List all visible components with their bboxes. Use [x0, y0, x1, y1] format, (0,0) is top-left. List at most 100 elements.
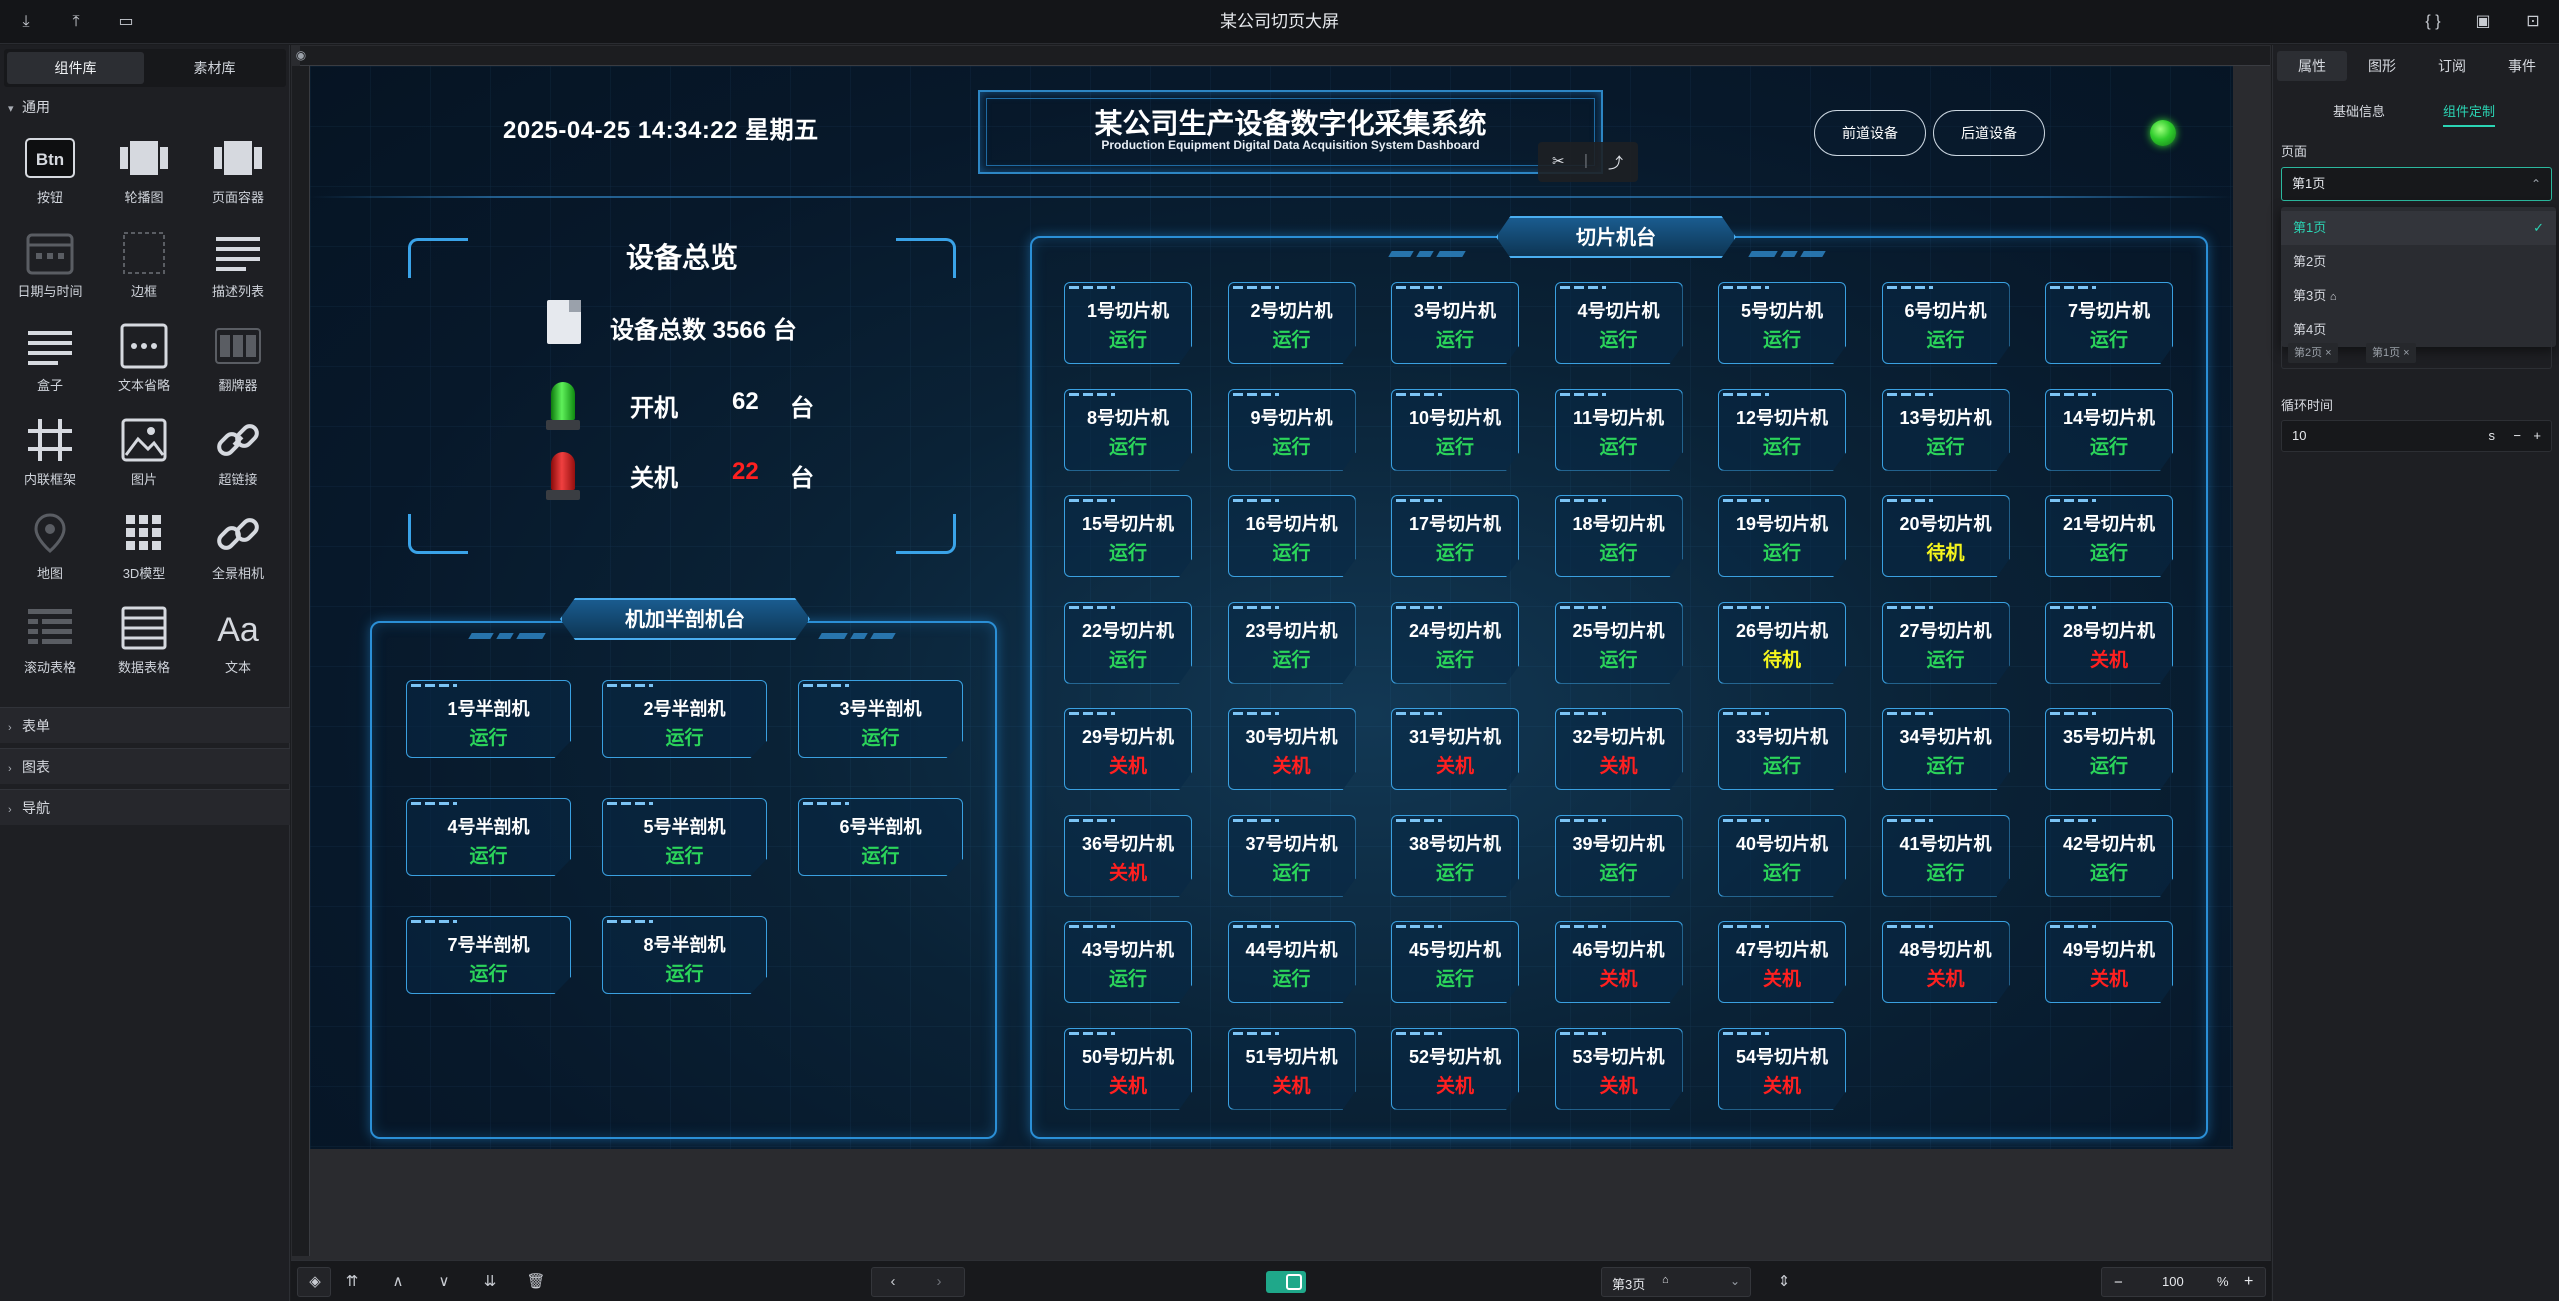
machine-card[interactable]: 7号半剖机 运行: [406, 916, 571, 994]
prev-page-icon[interactable]: ‹: [882, 1271, 904, 1293]
delete-icon[interactable]: 🗑: [525, 1271, 547, 1293]
move-up-icon[interactable]: ∧: [387, 1271, 409, 1293]
machine-card[interactable]: 47号切片机 关机: [1718, 921, 1846, 1003]
category-chart[interactable]: › 图表: [0, 748, 290, 784]
component-flip-counter[interactable]: 翻牌器: [192, 313, 280, 403]
machine-card[interactable]: 6号切片机 运行: [1881, 282, 2010, 364]
component-iframe[interactable]: 内联框架: [4, 407, 92, 497]
tab-graphics[interactable]: 图形: [2347, 51, 2417, 81]
machine-card[interactable]: 4号切片机 运行: [1554, 282, 1683, 364]
prev-equipment-button[interactable]: 前道设备: [1814, 110, 1926, 156]
fullscreen-icon[interactable]: ⊡: [2521, 10, 2545, 34]
sort-arrows-icon[interactable]: ⇕: [1773, 1271, 1795, 1293]
next-equipment-button[interactable]: 后道设备: [1933, 110, 2045, 156]
unlink-icon[interactable]: ✂: [1552, 152, 1565, 170]
machine-card[interactable]: 36号切片机 关机: [1064, 814, 1192, 897]
subtab-basic-info[interactable]: 基础信息: [2333, 97, 2385, 127]
machine-card[interactable]: 8号切片机 运行: [1064, 388, 1192, 471]
trend-icon[interactable]: ⤴: [1608, 152, 1623, 173]
page-option-1[interactable]: 第1页 ✓: [2281, 211, 2556, 245]
save-icon[interactable]: ▣: [2471, 10, 2495, 34]
move-bottom-icon[interactable]: ⇊: [479, 1271, 501, 1293]
machine-card[interactable]: 8号半剖机 运行: [602, 916, 767, 994]
move-top-icon[interactable]: ⇈: [341, 1271, 363, 1293]
page-option-3[interactable]: 第3页 ⌂: [2281, 279, 2556, 313]
zoom-in-icon[interactable]: +: [2244, 1273, 2253, 1291]
component-description-list[interactable]: 描述列表: [192, 219, 280, 309]
component-button[interactable]: Btn 按钮: [4, 125, 92, 215]
machine-card[interactable]: 11号切片机 运行: [1554, 388, 1683, 471]
layers-button[interactable]: ◈: [297, 1267, 331, 1297]
machine-card[interactable]: 35号切片机 运行: [2045, 708, 2173, 790]
machine-card[interactable]: 3号半剖机 运行: [798, 680, 963, 758]
machine-card[interactable]: 24号切片机 运行: [1391, 601, 1519, 684]
tab-events[interactable]: 事件: [2487, 51, 2557, 81]
page-option-2[interactable]: 第2页: [2281, 245, 2556, 279]
machine-card[interactable]: 19号切片机 运行: [1718, 495, 1846, 577]
machine-card[interactable]: 15号切片机 运行: [1064, 495, 1192, 577]
component-data-table[interactable]: 数据表格: [98, 595, 186, 685]
loop-time-input[interactable]: 10 s − +: [2281, 420, 2552, 452]
tag-page-2[interactable]: 第2页 ×: [2288, 343, 2338, 363]
component-carousel[interactable]: 轮播图: [98, 125, 186, 215]
machine-card[interactable]: 50号切片机 关机: [1064, 1027, 1192, 1110]
tag-page-1[interactable]: 第1页 ×: [2366, 343, 2416, 363]
machine-card[interactable]: 5号切片机 运行: [1718, 282, 1846, 364]
machine-card[interactable]: 54号切片机 关机: [1718, 1027, 1846, 1110]
category-form[interactable]: › 表单: [0, 707, 290, 743]
machine-card[interactable]: 4号半剖机 运行: [406, 798, 571, 876]
machine-card[interactable]: 18号切片机 运行: [1554, 495, 1683, 577]
machine-card[interactable]: 9号切片机 运行: [1227, 388, 1356, 471]
tab-properties[interactable]: 属性: [2277, 51, 2347, 81]
machine-card[interactable]: 14号切片机 运行: [2045, 388, 2173, 471]
machine-card[interactable]: 17号切片机 运行: [1391, 495, 1519, 577]
machine-card[interactable]: 5号半剖机 运行: [602, 798, 767, 876]
page-select-field[interactable]: 第1页 ⌃: [2281, 167, 2552, 201]
machine-card[interactable]: 23号切片机 运行: [1227, 601, 1356, 684]
page-select[interactable]: 第3页 ⌂ ⌄: [1601, 1267, 1751, 1297]
machine-card[interactable]: 27号切片机 运行: [1881, 601, 2010, 684]
machine-card[interactable]: 7号切片机 运行: [2045, 282, 2173, 364]
machine-card[interactable]: 41号切片机 运行: [1881, 814, 2010, 897]
machine-card[interactable]: 43号切片机 运行: [1064, 921, 1192, 1003]
move-down-icon[interactable]: ∨: [433, 1271, 455, 1293]
machine-card[interactable]: 10号切片机 运行: [1391, 388, 1519, 471]
machine-card[interactable]: 13号切片机 运行: [1881, 388, 2010, 471]
machine-card[interactable]: 39号切片机 运行: [1554, 814, 1683, 897]
machine-card[interactable]: 1号半剖机 运行: [406, 680, 571, 758]
machine-card[interactable]: 26号切片机 待机: [1718, 601, 1846, 684]
tab-material-library[interactable]: 素材库: [146, 52, 283, 84]
tab-subscribe[interactable]: 订阅: [2417, 51, 2487, 81]
increment-icon[interactable]: +: [2533, 421, 2541, 451]
machine-card[interactable]: 30号切片机 关机: [1227, 708, 1356, 790]
eye-icon[interactable]: ◉: [294, 48, 308, 62]
machine-card[interactable]: 2号半剖机 运行: [602, 680, 767, 758]
toggle-preview-button[interactable]: [1266, 1271, 1306, 1293]
machine-card[interactable]: 45号切片机 运行: [1391, 921, 1519, 1003]
machine-card[interactable]: 51号切片机 关机: [1227, 1027, 1356, 1110]
machine-card[interactable]: 6号半剖机 运行: [798, 798, 963, 876]
component-hyperlink[interactable]: 超链接: [192, 407, 280, 497]
machine-card[interactable]: 42号切片机 运行: [2045, 814, 2173, 897]
component-image[interactable]: 图片: [98, 407, 186, 497]
machine-card[interactable]: 20号切片机 待机: [1881, 495, 2010, 577]
tab-component-library[interactable]: 组件库: [7, 52, 144, 84]
component-text[interactable]: Aa 文本: [192, 595, 280, 685]
zoom-out-icon[interactable]: −: [2114, 1274, 2123, 1291]
dashboard-canvas[interactable]: 2025-04-25 14:34:22 星期五 某公司生产设备数字化采集系统 P…: [310, 66, 2233, 1149]
machine-card[interactable]: 3号切片机 运行: [1391, 282, 1519, 364]
machine-card[interactable]: 49号切片机 关机: [2045, 921, 2173, 1003]
machine-card[interactable]: 1号切片机 运行: [1064, 282, 1192, 364]
machine-card[interactable]: 52号切片机 关机: [1391, 1027, 1519, 1110]
component-text-ellipsis[interactable]: 文本省略: [98, 313, 186, 403]
machine-card[interactable]: 21号切片机 运行: [2045, 495, 2173, 577]
machine-card[interactable]: 16号切片机 运行: [1227, 495, 1356, 577]
component-box[interactable]: 盒子: [4, 313, 92, 403]
machine-card[interactable]: 29号切片机 关机: [1064, 708, 1192, 790]
decrement-icon[interactable]: −: [2513, 421, 2521, 451]
tag-select-field[interactable]: 第2页 × 第1页 ×: [2281, 341, 2552, 369]
code-braces-icon[interactable]: { }: [2421, 10, 2445, 34]
machine-card[interactable]: 44号切片机 运行: [1227, 921, 1356, 1003]
machine-card[interactable]: 31号切片机 关机: [1391, 708, 1519, 790]
machine-card[interactable]: 46号切片机 关机: [1554, 921, 1683, 1003]
